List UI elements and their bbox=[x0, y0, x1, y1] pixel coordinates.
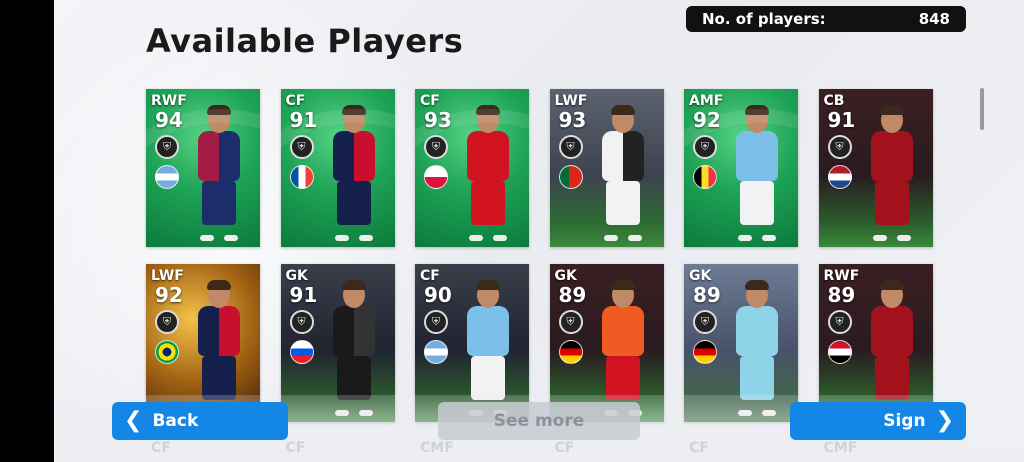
player-figure bbox=[325, 103, 387, 247]
player-rating: 94 bbox=[155, 108, 183, 132]
player-rating: 92 bbox=[155, 283, 183, 307]
shield-icon: ⛨ bbox=[424, 135, 448, 159]
shield-icon: ⛨ bbox=[693, 135, 717, 159]
screen: Available Players No. of players: 848 RW… bbox=[54, 0, 1024, 462]
player-position: AMF bbox=[689, 93, 724, 109]
sign-label: Sign bbox=[883, 411, 926, 431]
player-position: GK bbox=[689, 268, 712, 284]
player-position: GK bbox=[554, 268, 577, 284]
player-rating: 91 bbox=[827, 108, 856, 132]
player-card[interactable]: RWF 94 ⛨ bbox=[146, 89, 260, 247]
shield-icon: ⛨ bbox=[693, 310, 717, 334]
player-position: GK bbox=[285, 268, 308, 284]
player-figure bbox=[459, 103, 521, 247]
back-button[interactable]: ❮ Back bbox=[112, 402, 288, 440]
germany-flag-icon bbox=[693, 340, 717, 364]
player-figure bbox=[594, 103, 656, 247]
germany-flag-icon bbox=[558, 340, 583, 364]
ghost-position-label: CF bbox=[151, 440, 171, 456]
player-rating: 90 bbox=[424, 283, 452, 307]
player-rating: 92 bbox=[693, 108, 721, 132]
player-position: RWF bbox=[823, 268, 860, 284]
shield-icon: ⛨ bbox=[289, 135, 314, 159]
player-card[interactable]: LWF 93 ⛨ bbox=[549, 89, 664, 247]
netherlands-flag-icon bbox=[827, 165, 852, 189]
portugal-flag-icon bbox=[558, 165, 583, 189]
ghost-position-label: CF bbox=[689, 440, 709, 456]
player-card[interactable]: CF 91 ⛨ bbox=[280, 89, 395, 247]
see-more-label: See more bbox=[493, 411, 585, 431]
player-rating: 91 bbox=[289, 283, 318, 307]
france-flag-icon bbox=[289, 165, 314, 189]
argentina-flag-icon bbox=[155, 165, 179, 189]
shield-icon: ⛨ bbox=[827, 135, 852, 159]
player-position: CB bbox=[823, 93, 845, 109]
player-position: CF bbox=[420, 268, 440, 284]
player-position: CF bbox=[285, 93, 306, 109]
see-more-button[interactable]: See more bbox=[438, 402, 640, 440]
slovenia-flag-icon bbox=[289, 340, 314, 364]
player-position: LWF bbox=[554, 93, 588, 109]
player-rating: 93 bbox=[424, 108, 452, 132]
player-count-box: No. of players: 848 bbox=[686, 6, 966, 32]
sign-button[interactable]: Sign ❯ bbox=[790, 402, 966, 440]
player-card[interactable]: AMF 92 ⛨ bbox=[684, 89, 798, 247]
player-figure bbox=[190, 103, 252, 247]
player-count-label: No. of players: bbox=[702, 10, 826, 28]
page-title: Available Players bbox=[146, 22, 464, 60]
shield-icon: ⛨ bbox=[558, 310, 583, 334]
player-position: CF bbox=[420, 93, 440, 109]
shield-icon: ⛨ bbox=[558, 135, 583, 159]
player-rating: 89 bbox=[693, 283, 721, 307]
scrollbar[interactable] bbox=[980, 88, 984, 130]
player-position: RWF bbox=[151, 93, 187, 109]
argentina-flag-icon bbox=[424, 340, 448, 364]
chevron-left-icon: ❮ bbox=[124, 408, 143, 433]
player-figure bbox=[863, 103, 925, 247]
player-rating: 93 bbox=[558, 108, 587, 132]
ghost-position-label: CMF bbox=[823, 440, 858, 456]
player-rating: 89 bbox=[827, 283, 856, 307]
egypt-flag-icon bbox=[827, 340, 852, 364]
shield-icon: ⛨ bbox=[155, 310, 179, 334]
shield-icon: ⛨ bbox=[289, 310, 314, 334]
player-position: LWF bbox=[151, 268, 184, 284]
ghost-position-label: CF bbox=[554, 440, 575, 456]
ghost-position-label: CF bbox=[285, 440, 306, 456]
player-card[interactable]: CB 91 ⛨ bbox=[818, 89, 933, 247]
back-label: Back bbox=[152, 411, 199, 431]
player-rating: 91 bbox=[289, 108, 318, 132]
player-count-value: 848 bbox=[918, 10, 950, 28]
poland-flag-icon bbox=[424, 165, 448, 189]
player-rating: 89 bbox=[558, 283, 587, 307]
shield-icon: ⛨ bbox=[155, 135, 179, 159]
brazil-flag-icon bbox=[155, 340, 179, 364]
shield-icon: ⛨ bbox=[424, 310, 448, 334]
belgium-flag-icon bbox=[693, 165, 717, 189]
player-figure bbox=[728, 103, 790, 247]
chevron-right-icon: ❯ bbox=[935, 408, 954, 433]
shield-icon: ⛨ bbox=[827, 310, 852, 334]
player-card[interactable]: CF 93 ⛨ bbox=[415, 89, 529, 247]
ghost-position-label: CMF bbox=[420, 440, 454, 456]
